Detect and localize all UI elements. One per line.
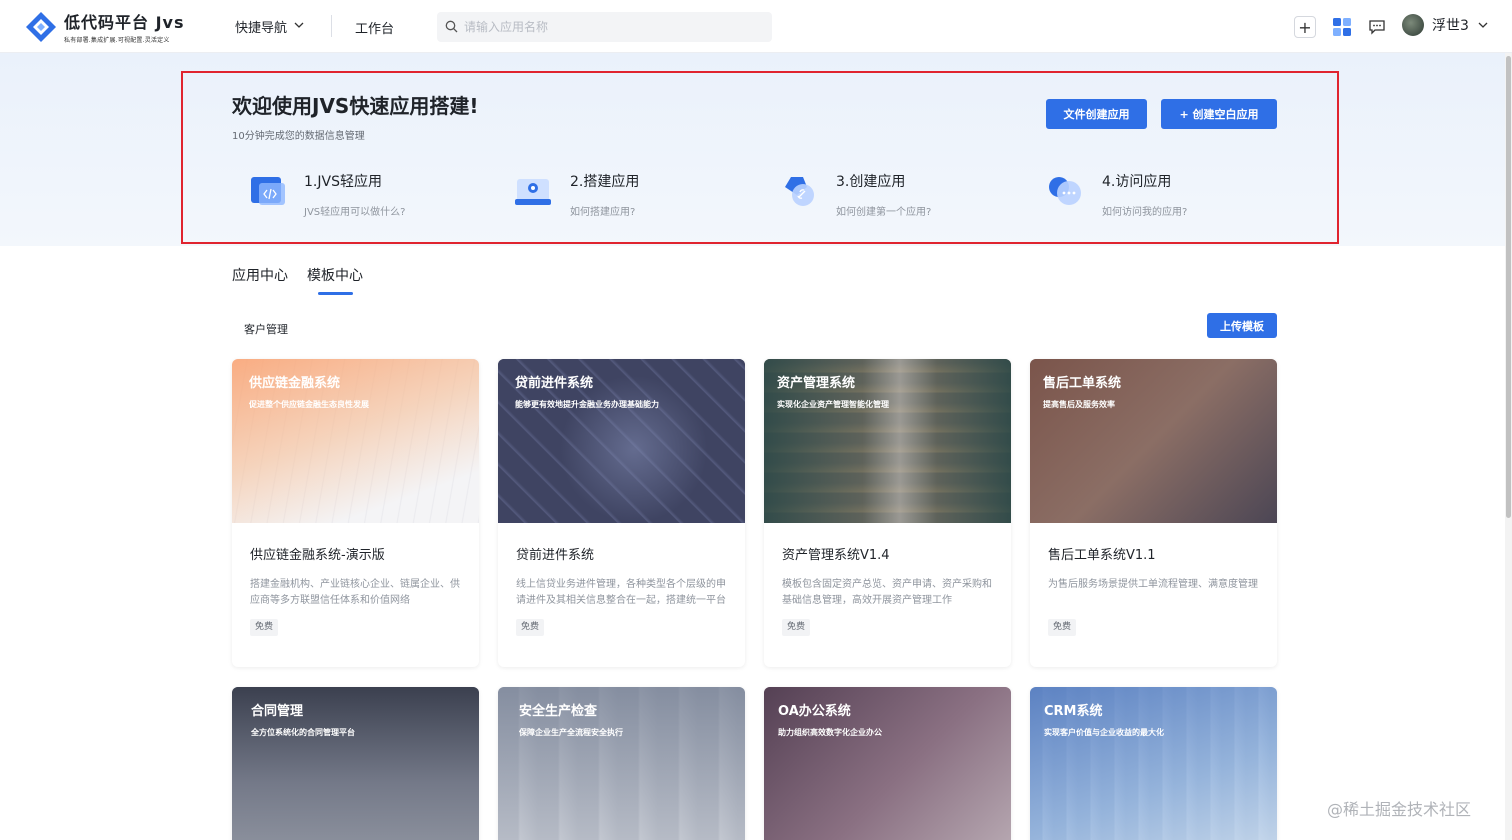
card-name: 资产管理系统V1.4 xyxy=(782,548,890,563)
watermark: @稀土掘金技术社区 xyxy=(1327,800,1472,819)
template-card[interactable]: 资产管理系统 实现化企业资产管理智能化管理 资产管理系统V1.4 模板包含固定资… xyxy=(764,359,1011,667)
card-image-subtitle: 实现客户价值与企业收益的最大化 xyxy=(1044,728,1164,737)
card-image-title: 资产管理系统 xyxy=(777,376,856,391)
step-desc: 如何创建第一个应用? xyxy=(836,207,932,218)
hero-subtitle: 10分钟完成您的数据信息管理 xyxy=(232,131,365,142)
card-image: 贷前进件系统 能够更有效地提升金融业务办理基础能力 xyxy=(498,359,745,523)
workbench-link[interactable]: 工作台 xyxy=(355,18,394,37)
card-image-title: 合同管理 xyxy=(251,704,304,719)
card-image-title: 售后工单系统 xyxy=(1043,376,1122,391)
plus-icon: + xyxy=(1298,17,1312,37)
step-item[interactable]: 2.搭建应用 如何搭建应用? xyxy=(515,168,735,220)
logo-subtitle: 私有部署.集成扩展.可视配置.灵活定义 xyxy=(64,37,170,44)
apps-button[interactable] xyxy=(1331,16,1353,38)
card-image-title: OA办公系统 xyxy=(778,704,851,719)
quick-nav-dropdown[interactable]: 快捷导航 xyxy=(235,17,305,36)
card-image-subtitle: 全方位系统化的合同管理平台 xyxy=(251,728,355,737)
user-name: 浮世3 xyxy=(1432,18,1469,34)
template-card[interactable]: CRM系统 实现客户价值与企业收益的最大化 xyxy=(1030,687,1277,840)
create-blank-app-button[interactable]: + 创建空白应用 xyxy=(1161,99,1277,129)
template-card[interactable]: 安全生产检查 保障企业生产全流程安全执行 xyxy=(498,687,745,840)
card-image: 供应链金融系统 促进整个供应链金融生态良性发展 xyxy=(232,359,479,523)
price-badge: 免费 xyxy=(1048,619,1077,636)
step-item[interactable]: 4.访问应用 如何访问我的应用? xyxy=(1047,168,1267,220)
step-title: 3.创建应用 xyxy=(836,174,906,190)
card-image-title: CRM系统 xyxy=(1044,704,1103,719)
card-image-subtitle: 保障企业生产全流程安全执行 xyxy=(519,728,623,737)
link-icon xyxy=(781,173,819,209)
scrollbar-thumb[interactable] xyxy=(1506,56,1511,518)
card-image: 安全生产检查 保障企业生产全流程安全执行 xyxy=(498,687,745,840)
file-create-app-button[interactable]: 文件创建应用 xyxy=(1046,99,1147,129)
template-card[interactable]: 合同管理 全方位系统化的合同管理平台 xyxy=(232,687,479,840)
code-window-icon xyxy=(249,173,287,209)
price-badge: 免费 xyxy=(516,619,545,636)
card-image-subtitle: 实现化企业资产管理智能化管理 xyxy=(777,400,889,409)
price-badge: 免费 xyxy=(782,619,811,636)
step-title: 4.访问应用 xyxy=(1102,174,1172,190)
add-button[interactable]: + xyxy=(1294,16,1316,38)
card-description: 线上信贷业务进件管理，各种类型各个层级的申请进件及其相关信息整合在一起，搭建统一… xyxy=(516,579,726,606)
top-bar: 低代码平台 Jvs 私有部署.集成扩展.可视配置.灵活定义 快捷导航 工作台 + xyxy=(0,0,1512,53)
user-menu[interactable]: 浮世3 xyxy=(1402,14,1489,36)
chevron-down-icon xyxy=(1478,22,1488,28)
template-card[interactable]: 贷前进件系统 能够更有效地提升金融业务办理基础能力 贷前进件系统 线上信贷业务进… xyxy=(498,359,745,667)
card-image-subtitle: 能够更有效地提升金融业务办理基础能力 xyxy=(515,400,659,409)
card-name: 供应链金融系统-演示版 xyxy=(250,548,385,563)
step-title: 1.JVS轻应用 xyxy=(304,174,382,190)
card-description: 搭建金融机构、产业链核心企业、链属企业、供应商等多方联盟信任体系和价值网络 xyxy=(250,579,460,606)
hero-title: 欢迎使用JVS快速应用搭建! xyxy=(232,94,479,118)
card-name: 贷前进件系统 xyxy=(516,548,595,563)
card-image: CRM系统 实现客户价值与企业收益的最大化 xyxy=(1030,687,1277,840)
step-title: 2.搭建应用 xyxy=(570,174,640,190)
template-card[interactable]: 售后工单系统 提高售后及服务效率 售后工单系统V1.1 为售后服务场景提供工单流… xyxy=(1030,359,1277,667)
card-image-subtitle: 促进整个供应链金融生态良性发展 xyxy=(249,400,369,409)
template-card[interactable]: OA办公系统 助力组织高效数字化企业办公 xyxy=(764,687,1011,840)
upload-template-button[interactable]: 上传模板 xyxy=(1207,313,1277,338)
build-screen-icon xyxy=(515,173,553,209)
logo-title: 低代码平台 Jvs xyxy=(64,13,185,32)
card-image-subtitle: 助力组织高效数字化企业办公 xyxy=(778,728,882,737)
search-box xyxy=(437,12,772,42)
active-tab-indicator xyxy=(318,292,353,295)
card-description: 为售后服务场景提供工单流程管理、满意度管理 xyxy=(1048,579,1258,590)
card-image-title: 供应链金融系统 xyxy=(249,376,341,391)
chat-bubble-icon xyxy=(1047,173,1085,209)
card-image-subtitle: 提高售后及服务效率 xyxy=(1043,400,1115,409)
card-name: 售后工单系统V1.1 xyxy=(1048,548,1156,563)
tab-app-center[interactable]: 应用中心 xyxy=(232,265,288,285)
nav-divider xyxy=(331,15,332,37)
logo[interactable]: 低代码平台 Jvs 私有部署.集成扩展.可视配置.灵活定义 xyxy=(24,9,184,44)
message-button[interactable] xyxy=(1366,16,1388,38)
card-image: 资产管理系统 实现化企业资产管理智能化管理 xyxy=(764,359,1011,523)
step-desc: 如何搭建应用? xyxy=(570,207,636,218)
price-badge: 免费 xyxy=(250,619,279,636)
tab-template-center[interactable]: 模板中心 xyxy=(307,265,363,285)
apps-grid-icon xyxy=(1333,18,1351,36)
quick-nav-label: 快捷导航 xyxy=(235,21,288,36)
chevron-down-icon xyxy=(293,19,305,35)
logo-icon xyxy=(24,10,58,44)
message-icon xyxy=(1369,20,1385,35)
card-description: 模板包含固定资产总览、资产申请、资产采购和基础信息管理，高效开展资产管理工作 xyxy=(782,579,992,606)
step-desc: JVS轻应用可以做什么? xyxy=(304,207,406,218)
search-input[interactable] xyxy=(464,20,754,34)
avatar xyxy=(1402,14,1424,36)
search-icon xyxy=(445,18,458,37)
step-item[interactable]: 3.创建应用 如何创建第一个应用? xyxy=(781,168,1001,220)
card-image-title: 贷前进件系统 xyxy=(515,376,594,391)
category-filter[interactable]: 客户管理 xyxy=(244,321,288,337)
card-image: 合同管理 全方位系统化的合同管理平台 xyxy=(232,687,479,840)
card-image: 售后工单系统 提高售后及服务效率 xyxy=(1030,359,1277,523)
card-image: OA办公系统 助力组织高效数字化企业办公 xyxy=(764,687,1011,840)
step-item[interactable]: 1.JVS轻应用 JVS轻应用可以做什么? xyxy=(249,168,469,220)
card-image-title: 安全生产检查 xyxy=(519,704,598,719)
template-card[interactable]: 供应链金融系统 促进整个供应链金融生态良性发展 供应链金融系统-演示版 搭建金融… xyxy=(232,359,479,667)
step-desc: 如何访问我的应用? xyxy=(1102,207,1188,218)
